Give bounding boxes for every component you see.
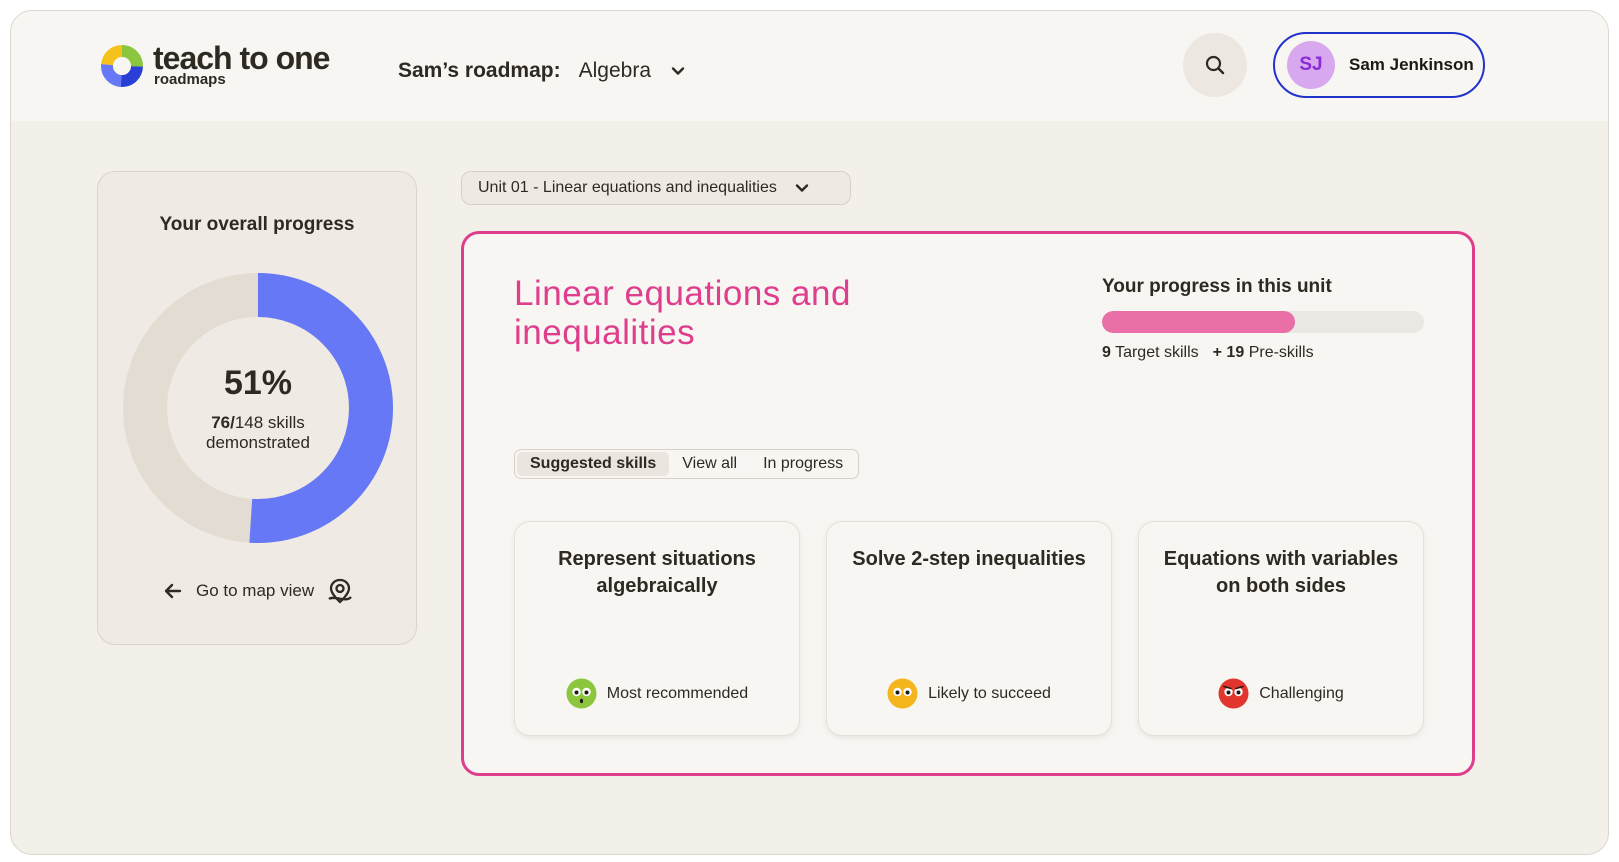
skill-card[interactable]: Equations with variables on both sides C… <box>1138 521 1424 736</box>
pre-label: Pre-skills <box>1248 344 1314 361</box>
logo-wordmark: teach to one <box>153 40 330 76</box>
unit-title: Linear equations and inequalities <box>514 274 851 352</box>
roadmap-select[interactable]: Sam’s roadmap: Algebra <box>398 51 687 91</box>
green-face-icon <box>566 678 597 709</box>
unit-progress-fill <box>1102 311 1296 333</box>
go-to-map-link[interactable]: Go to map view <box>162 577 354 605</box>
tab-view-all[interactable]: View all <box>669 452 750 476</box>
pre-skills-count: + 19 Pre-skills <box>1213 344 1314 362</box>
overall-progress-card: Your overall progress 51% 76/148 skills … <box>97 171 417 645</box>
app-window: teach to one roadmaps Sam’s roadmap: Alg… <box>10 10 1609 855</box>
red-face-icon <box>1218 678 1249 709</box>
target-count: 9 <box>1102 344 1111 361</box>
skill-card-title: Represent situations algebraically <box>558 548 756 597</box>
skills-count: 76/148 skills demonstrated <box>206 413 310 453</box>
unit-progress-label: Your progress in this unit <box>1102 276 1332 297</box>
skill-card[interactable]: Represent situations algebraically Most … <box>514 521 800 736</box>
skill-card-tag-label: Challenging <box>1259 684 1344 702</box>
pre-count: + 19 <box>1212 344 1245 361</box>
tab-in-progress[interactable]: In progress <box>750 452 856 476</box>
unit-select-value: Unit 01 - Linear equations and inequalit… <box>478 179 777 196</box>
search-button[interactable] <box>1183 33 1247 97</box>
unit-progress-bar <box>1102 311 1424 333</box>
skill-counts: 9 Target skills + 19 Pre-skills <box>1102 344 1314 362</box>
unit-panel: Linear equations and inequalities Your p… <box>461 231 1475 776</box>
skills-done: 76/ <box>211 412 235 432</box>
arrow-left-icon <box>164 583 182 599</box>
skill-card-title: Equations with variables on both sides <box>1163 548 1399 597</box>
avatar: SJ <box>1287 41 1335 89</box>
skills-total: 148 skills <box>234 412 305 432</box>
donut-center: 51% 76/148 skills demonstrated <box>122 272 394 544</box>
top-bar: teach to one roadmaps Sam’s roadmap: Alg… <box>11 11 1608 121</box>
logo-subtitle: roadmaps <box>154 71 226 88</box>
roadmap-label: Sam’s roadmap: <box>398 59 561 82</box>
skill-card-title: Solve 2-step inequalities <box>852 548 1086 570</box>
user-menu-button[interactable]: SJ Sam Jenkinson <box>1273 32 1485 98</box>
skill-card-tag: Likely to succeed <box>827 678 1111 709</box>
yellow-face-icon <box>887 678 918 709</box>
chevron-down-icon <box>795 184 809 192</box>
user-name: Sam Jenkinson <box>1349 55 1474 74</box>
chevron-down-icon <box>671 67 685 75</box>
search-icon <box>1205 55 1225 75</box>
map-pin-icon <box>328 578 352 604</box>
logo[interactable]: teach to one roadmaps <box>99 41 339 91</box>
skill-card[interactable]: Solve 2-step inequalities Likely to succ… <box>826 521 1112 736</box>
tab-suggested-skills[interactable]: Suggested skills <box>517 452 670 476</box>
target-skills-count: 9 Target skills <box>1102 344 1199 362</box>
unit-select[interactable]: Unit 01 - Linear equations and inequalit… <box>461 171 851 205</box>
target-label: Target skills <box>1115 344 1199 361</box>
skill-card-tag-label: Most recommended <box>606 684 749 702</box>
logo-ring-icon <box>101 45 143 87</box>
skill-card-tag: Challenging <box>1139 678 1423 709</box>
skill-filter-tabs: Suggested skills View all In progress <box>514 449 860 479</box>
skill-card-tag: Most recommended <box>515 678 799 709</box>
overall-progress-title: Your overall progress <box>159 214 355 235</box>
skills-suffix: demonstrated <box>206 432 310 452</box>
go-to-map-label: Go to map view <box>196 581 315 600</box>
overall-percent: 51% <box>223 363 293 402</box>
skill-card-tag-label: Likely to succeed <box>928 684 1051 702</box>
roadmap-value: Algebra <box>578 59 651 82</box>
